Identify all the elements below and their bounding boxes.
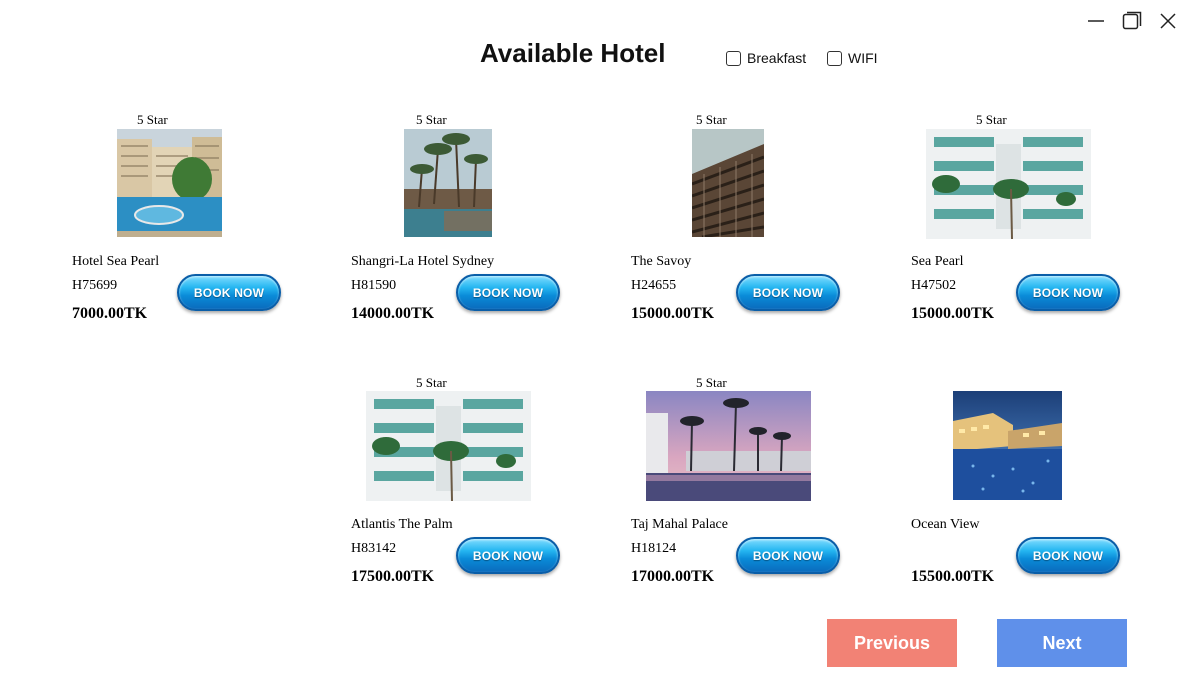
hotel-code: H18124 <box>631 541 677 556</box>
wifi-label: WIFI <box>848 50 878 66</box>
hotel-name: Atlantis The Palm <box>351 517 453 532</box>
checkbox-box[interactable] <box>726 50 741 66</box>
book-now-button[interactable]: BOOK NOW <box>1016 537 1120 574</box>
next-button[interactable]: Next <box>997 619 1127 667</box>
book-now-button[interactable]: BOOK NOW <box>1016 274 1120 311</box>
hotel-image <box>926 129 1091 239</box>
hotel-card: 5 Star Taj Mahal Palace H18124 17000.00T… <box>631 375 891 605</box>
hotel-price: 17500.00TK <box>351 568 435 585</box>
hotel-code: H75699 <box>72 278 118 293</box>
star-rating: 5 Star <box>137 112 168 127</box>
book-now-button[interactable]: BOOK NOW <box>736 274 840 311</box>
hotel-card: Ocean View 15500.00TK BOOK NOW <box>911 375 1171 605</box>
hotel-code: H83142 <box>351 541 397 556</box>
hotel-card: 5 Star Hotel Sea Pearl H75699 7000.00TK … <box>72 112 332 342</box>
window-controls <box>1085 10 1179 32</box>
hotel-price: 7000.00TK <box>72 305 148 322</box>
hotel-card: 5 Star Atlantis The Palm H83142 17500.00… <box>351 375 611 605</box>
star-rating: 5 Star <box>416 112 447 127</box>
hotel-name: Shangri-La Hotel Sydney <box>351 254 495 269</box>
book-now-button[interactable]: BOOK NOW <box>456 537 560 574</box>
hotel-name: Ocean View <box>911 517 980 532</box>
hotel-card: 5 Star Sea Pearl H47502 15000.00TK BOOK … <box>911 112 1171 342</box>
hotel-price: 15500.00TK <box>911 568 995 585</box>
hotel-price: 14000.00TK <box>351 305 435 322</box>
hotel-image <box>646 391 811 501</box>
minimize-icon[interactable] <box>1085 10 1107 32</box>
hotel-code: H47502 <box>911 278 957 293</box>
star-rating: 5 Star <box>976 112 1007 127</box>
book-now-button[interactable]: BOOK NOW <box>456 274 560 311</box>
hotel-name: Sea Pearl <box>911 254 964 269</box>
hotel-card: 5 Star Shangri-La Hotel Sydney H81590 14… <box>351 112 611 342</box>
hotel-name: Hotel Sea Pearl <box>72 254 160 269</box>
breakfast-label: Breakfast <box>747 50 807 66</box>
hotel-image <box>366 391 531 501</box>
close-icon[interactable] <box>1157 10 1179 32</box>
hotel-image <box>953 391 1062 500</box>
hotel-code: H81590 <box>351 278 397 293</box>
star-rating: 5 Star <box>416 375 447 390</box>
hotel-image <box>117 129 222 237</box>
hotel-price: 15000.00TK <box>911 305 995 322</box>
book-now-button[interactable]: BOOK NOW <box>736 537 840 574</box>
hotel-code: H24655 <box>631 278 677 293</box>
breakfast-checkbox[interactable]: Breakfast <box>726 50 806 66</box>
maximize-icon[interactable] <box>1121 10 1143 32</box>
book-now-button[interactable]: BOOK NOW <box>177 274 281 311</box>
wifi-checkbox[interactable]: WIFI <box>827 50 878 66</box>
hotel-card: 5 Star The Savoy H24655 15000.00TK BOOK … <box>631 112 891 342</box>
page-title: Available Hotel <box>480 38 666 68</box>
hotel-image <box>692 129 764 237</box>
hotel-image <box>404 129 492 237</box>
star-rating: 5 Star <box>696 112 727 127</box>
hotel-price: 17000.00TK <box>631 568 715 585</box>
hotel-price: 15000.00TK <box>631 305 715 322</box>
hotel-name: Taj Mahal Palace <box>631 517 728 532</box>
star-rating: 5 Star <box>696 375 727 390</box>
hotel-name: The Savoy <box>631 254 692 269</box>
previous-button[interactable]: Previous <box>827 619 957 667</box>
checkbox-box[interactable] <box>827 50 842 66</box>
